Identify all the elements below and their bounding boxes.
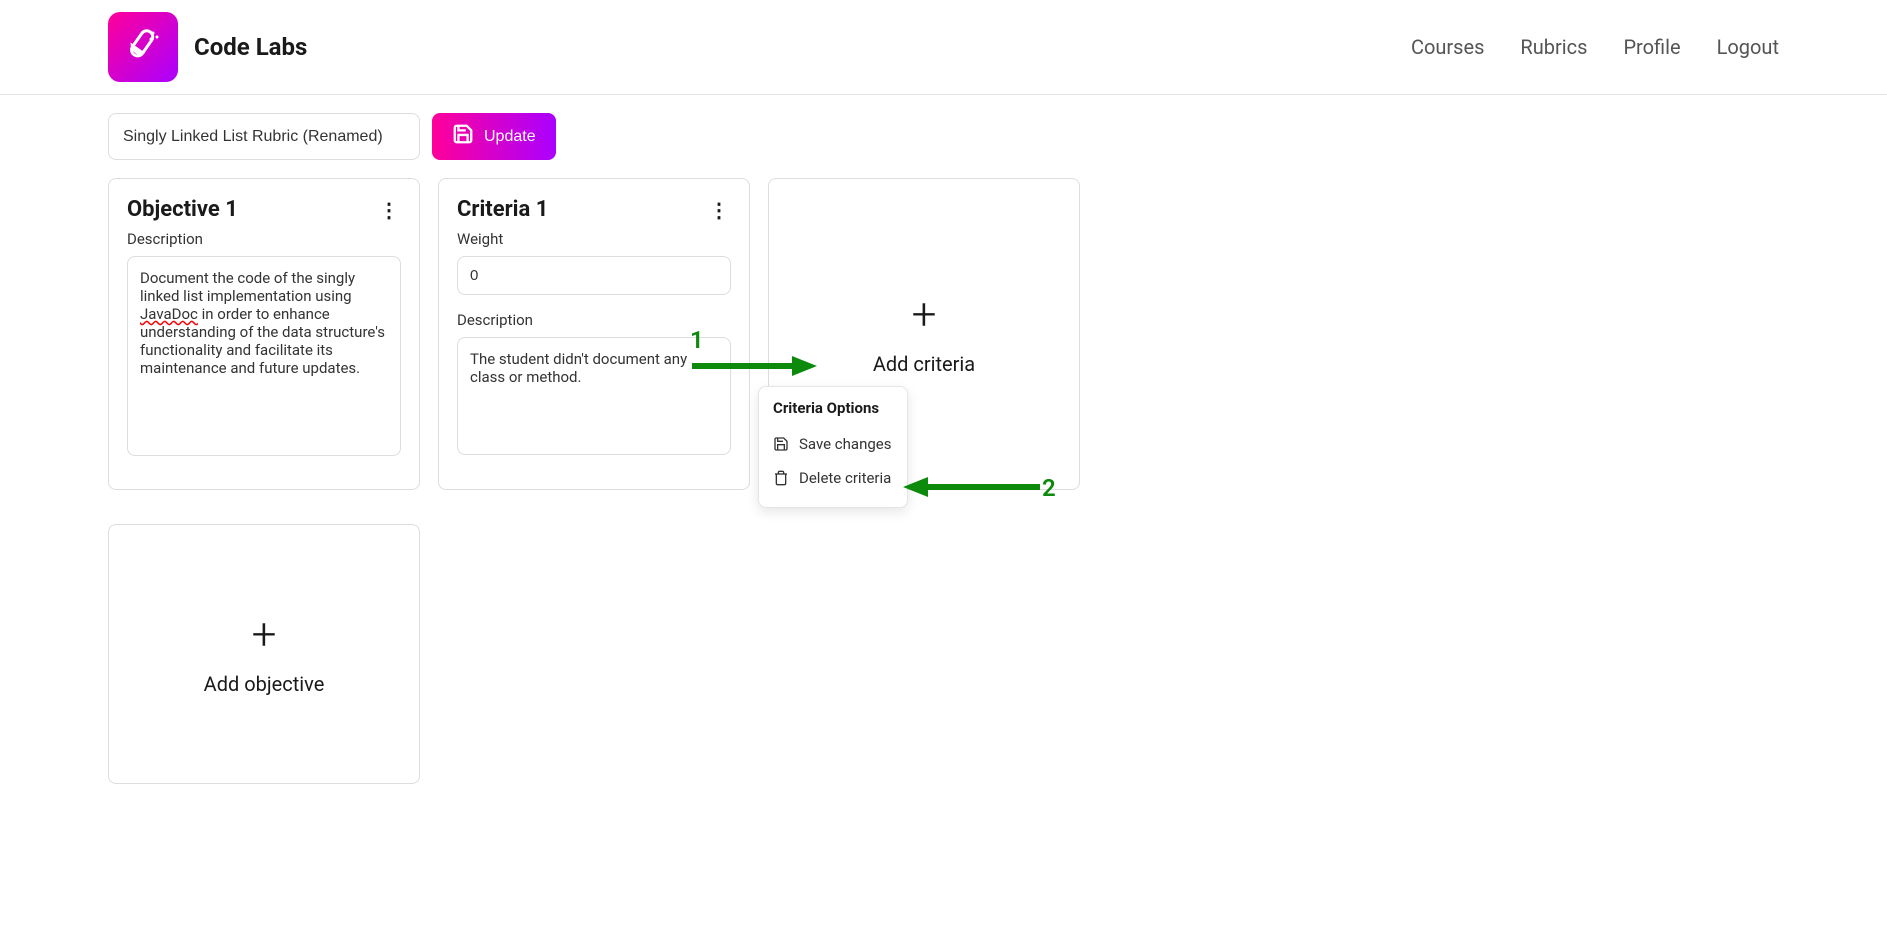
add-objective-button[interactable]: + Add objective (108, 524, 420, 784)
criteria-card-header: Criteria 1 ⋮ (457, 197, 731, 222)
logo-section: Code Labs (108, 12, 307, 82)
objective-description-textarea[interactable]: Document the code of the singly linked l… (127, 256, 401, 456)
nav-logout[interactable]: Logout (1717, 35, 1779, 59)
nav-courses[interactable]: Courses (1411, 35, 1484, 59)
criteria-weight-input[interactable] (457, 256, 731, 295)
page-content: Update Objective 1 ⋮ Description Documen… (0, 95, 1887, 836)
update-button[interactable]: Update (432, 113, 556, 160)
objective-title: Objective 1 (127, 197, 238, 222)
plus-icon: + (252, 612, 277, 656)
criteria-title: Criteria 1 (457, 197, 548, 222)
rubric-toolbar: Update (108, 113, 1779, 160)
app-logo-icon[interactable] (108, 12, 178, 82)
dropdown-delete-label: Delete criteria (799, 469, 891, 487)
criteria-weight-label: Weight (457, 230, 731, 248)
plus-icon: + (912, 292, 937, 336)
cards-row-1: Objective 1 ⋮ Description Document the c… (108, 178, 1779, 490)
main-nav: Courses Rubrics Profile Logout (1411, 35, 1779, 59)
nav-rubrics[interactable]: Rubrics (1520, 35, 1587, 59)
update-button-label: Update (484, 128, 536, 146)
objective-description-label: Description (127, 230, 401, 248)
criteria-description-label: Description (457, 311, 731, 329)
add-criteria-label: Add criteria (873, 352, 975, 376)
dropdown-save-label: Save changes (799, 435, 891, 453)
objective-card-header: Objective 1 ⋮ (127, 197, 401, 222)
criteria-kebab-icon[interactable]: ⋮ (707, 198, 731, 222)
dropdown-title: Criteria Options (759, 399, 907, 427)
criteria-options-dropdown: Criteria Options Save changes (758, 386, 908, 508)
objective-card: Objective 1 ⋮ Description Document the c… (108, 178, 420, 490)
dropdown-delete-criteria[interactable]: Delete criteria (759, 461, 907, 495)
save-icon (773, 436, 789, 452)
criteria-description-textarea[interactable] (457, 337, 731, 455)
trash-icon (773, 470, 789, 486)
objective-kebab-icon[interactable]: ⋮ (377, 198, 401, 222)
dropdown-save-changes[interactable]: Save changes (759, 427, 907, 461)
save-icon (452, 123, 474, 150)
app-header: Code Labs Courses Rubrics Profile Logout (0, 0, 1887, 95)
rubric-name-input[interactable] (108, 113, 420, 160)
cards-row-2: + Add objective (108, 524, 1779, 784)
nav-profile[interactable]: Profile (1623, 35, 1680, 59)
app-name: Code Labs (194, 33, 307, 61)
criteria-card: Criteria 1 ⋮ Weight Description (438, 178, 750, 490)
add-objective-label: Add objective (204, 672, 325, 696)
